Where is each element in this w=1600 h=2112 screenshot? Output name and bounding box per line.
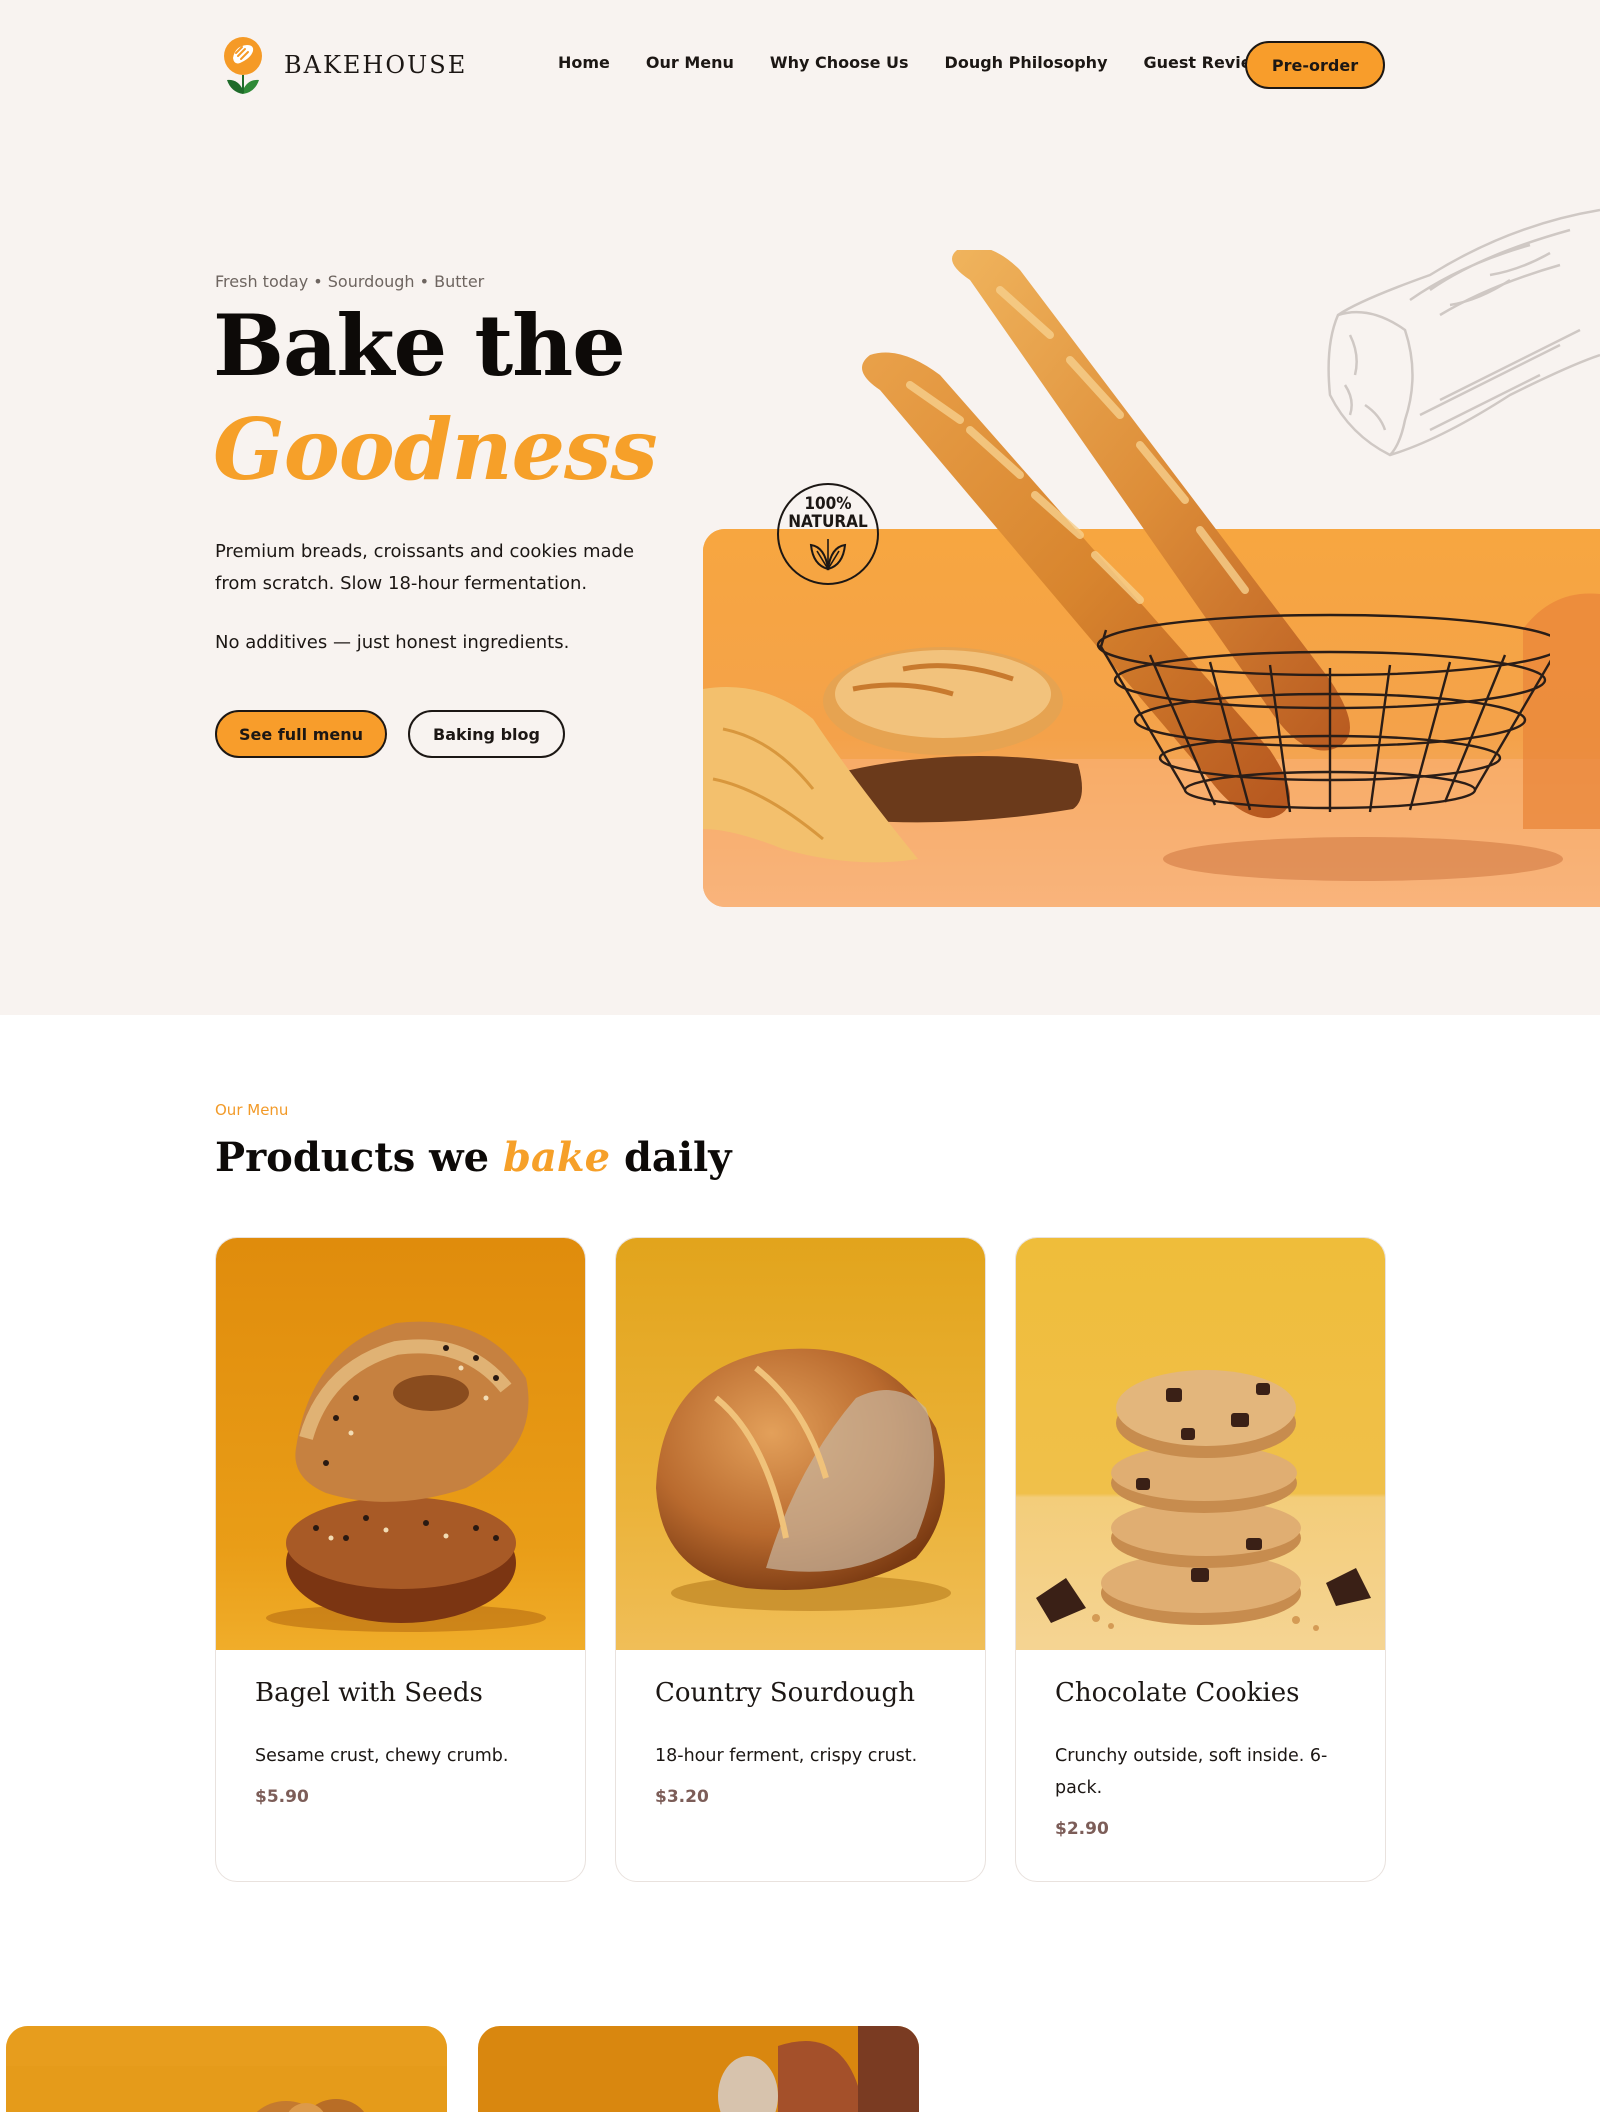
title-before: Products we (215, 1134, 503, 1181)
product-price: $5.90 (255, 1787, 309, 1807)
sourdough-photo (616, 1238, 985, 1650)
product-card-bagel[interactable]: Bagel with Seeds Sesame crust, chewy cru… (215, 1237, 586, 1882)
nav-item-dough-philosophy[interactable]: Dough Philosophy (945, 53, 1108, 72)
badge-natural: NATURAL (788, 512, 868, 532)
hero-note: No additives — just honest ingredients. (215, 632, 570, 653)
product-name: Bagel with Seeds (255, 1678, 483, 1708)
product-description: 18-hour ferment, crispy crust. (655, 1746, 918, 1766)
gallery-card-baker (478, 2026, 919, 2112)
bread-flower-logo-icon (221, 36, 265, 94)
brand-name: BAKEHOUSE (284, 51, 468, 79)
nav-item-why-choose-us[interactable]: Why Choose Us (770, 53, 909, 72)
product-card-cookies[interactable]: Chocolate Cookies Crunchy outside, soft … (1015, 1237, 1386, 1882)
product-name: Chocolate Cookies (1055, 1678, 1300, 1708)
hero-description: Premium breads, croissants and cookies m… (215, 541, 635, 594)
product-description: Crunchy outside, soft inside. 6-pack. (1055, 1746, 1328, 1798)
cookies-photo (1016, 1238, 1385, 1650)
hero-title-line2: Goodness (213, 400, 658, 499)
badge-percent: 100% (804, 494, 852, 514)
nav-item-home[interactable]: Home (558, 53, 610, 72)
preorder-button[interactable]: Pre-order (1245, 41, 1385, 89)
title-accent: bake (502, 1134, 611, 1181)
main-nav: Home Our Menu Why Choose Us Dough Philos… (558, 53, 1312, 72)
title-after: daily (610, 1134, 732, 1181)
site-header: BAKEHOUSE Home Our Menu Why Choose Us Do… (0, 0, 1600, 130)
natural-badge: 100% NATURAL (777, 483, 879, 585)
product-description: Sesame crust, chewy crumb. (255, 1746, 509, 1766)
hero-title-line1: Bake the (213, 296, 626, 395)
hero-eyebrow: Fresh today • Sourdough • Butter (215, 272, 485, 291)
menu-section-title: Products we bake daily (215, 1134, 731, 1181)
product-price: $3.20 (655, 1787, 709, 1807)
menu-section-label: Our Menu (215, 1101, 289, 1119)
nav-item-our-menu[interactable]: Our Menu (646, 53, 734, 72)
baking-blog-button[interactable]: Baking blog (408, 710, 565, 758)
gallery-card-croissants (6, 2026, 447, 2112)
bagel-photo (216, 1238, 585, 1650)
logo[interactable]: BAKEHOUSE (221, 36, 467, 94)
product-price: $2.90 (1055, 1819, 1109, 1839)
leaf-icon (809, 539, 847, 571)
product-card-sourdough[interactable]: Country Sourdough 18-hour ferment, crisp… (615, 1237, 986, 1882)
see-full-menu-button[interactable]: See full menu (215, 710, 387, 758)
product-name: Country Sourdough (655, 1678, 915, 1708)
baguettes-in-basket-illustration (850, 246, 1564, 870)
